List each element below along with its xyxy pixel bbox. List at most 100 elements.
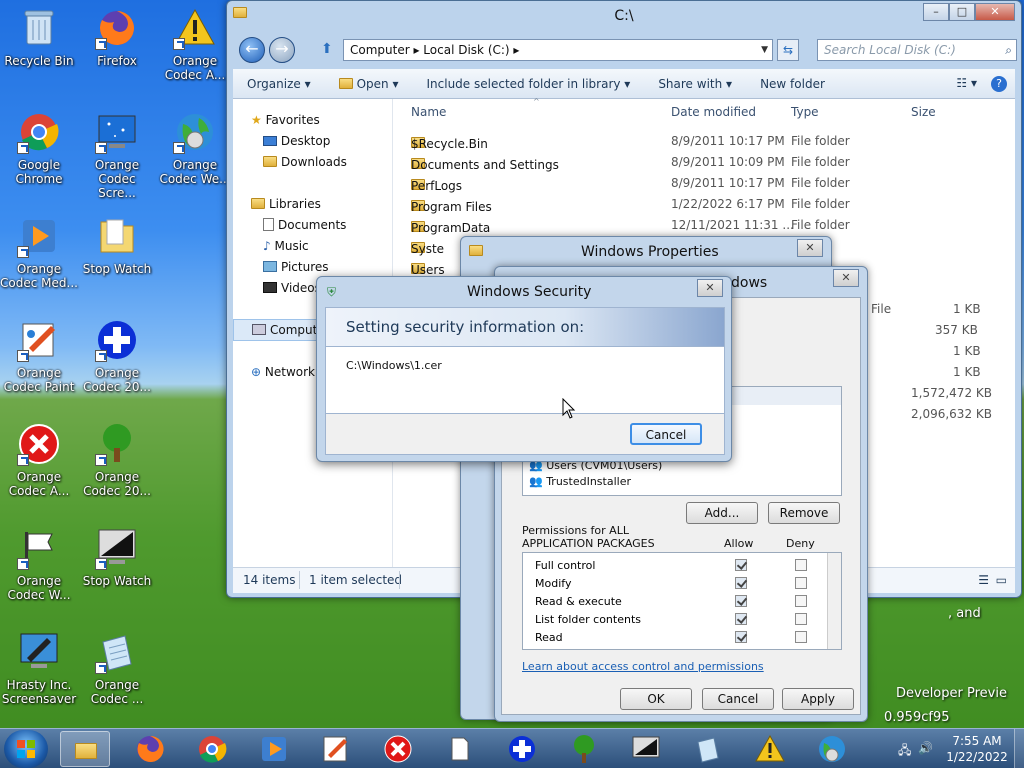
taskbar-chrome[interactable] — [196, 733, 228, 765]
desktop-icon-google-chrome[interactable]: Google Chrome — [0, 110, 78, 186]
large-icons-view-icon[interactable]: ▭ — [996, 573, 1007, 587]
nav-libraries[interactable]: Libraries — [251, 197, 321, 211]
taskbar-warning-app[interactable] — [754, 733, 786, 765]
add-button[interactable]: Add... — [686, 502, 758, 524]
clock-date[interactable]: 1/22/2022 — [944, 750, 1010, 764]
clock-time[interactable]: 7:55 AM — [944, 734, 1010, 748]
minimize-button[interactable]: – — [923, 3, 949, 21]
allow-modify-checkbox[interactable] — [735, 577, 747, 589]
computer-icon — [252, 324, 266, 335]
desktop-icon-orange-codec-20-a[interactable]: Orange Codec 20... — [78, 318, 156, 394]
column-type[interactable]: Type — [791, 105, 819, 119]
cancel-button[interactable]: Cancel — [702, 688, 774, 710]
deny-read-checkbox[interactable] — [795, 631, 807, 643]
remove-button[interactable]: Remove — [768, 502, 840, 524]
desktop-icon-stop-watch-2[interactable]: Stop Watch — [78, 526, 156, 588]
taskbar-firefox[interactable] — [134, 733, 166, 765]
volume-icon[interactable]: 🔊 — [918, 741, 933, 755]
nav-documents[interactable]: Documents — [263, 218, 346, 232]
details-view-icon[interactable]: ☰ — [978, 573, 989, 587]
taskbar-globe-app[interactable] — [816, 733, 848, 765]
list-item[interactable]: 👥 TrustedInstaller — [529, 475, 631, 488]
cancel-button[interactable]: Cancel — [630, 423, 702, 445]
desktop-icon-orange-codec-a[interactable]: Orange Codec A... — [156, 6, 234, 82]
nav-pictures[interactable]: Pictures — [263, 260, 329, 274]
nav-music[interactable]: ♪ Music — [263, 239, 309, 253]
table-row[interactable]: $Recycle.Bin 8/9/2011 10:17 PM File folder — [403, 131, 1015, 152]
desktop-icon-orange-codec-a-2[interactable]: Orange Codec A... — [0, 422, 78, 498]
taskbar-tree-app[interactable] — [568, 733, 600, 765]
nav-videos[interactable]: Videos — [263, 281, 321, 295]
explorer-titlebar[interactable]: C:\ – □ ✕ — [227, 1, 1021, 31]
column-size[interactable]: Size — [911, 105, 936, 119]
close-button[interactable]: ✕ — [697, 279, 723, 297]
desktop-icon-orange-codec-media[interactable]: Orange Codec Med... — [0, 214, 78, 290]
taskbar-stopwatch[interactable] — [444, 733, 476, 765]
nav-desktop[interactable]: Desktop — [263, 134, 330, 148]
nav-downloads[interactable]: Downloads — [263, 155, 347, 169]
show-desktop-button[interactable] — [1014, 729, 1024, 768]
desktop-icon-orange-codec-20-b[interactable]: Orange Codec 20... — [78, 422, 156, 498]
desktop-icon-stop-watch-1[interactable]: Stop Watch — [78, 214, 156, 276]
taskbar-explorer[interactable] — [60, 731, 110, 767]
ok-button[interactable]: OK — [620, 688, 692, 710]
downloads-folder-icon — [263, 156, 277, 167]
up-arrow-icon[interactable]: ⬆ — [321, 41, 333, 57]
allow-list-folder-checkbox[interactable] — [735, 613, 747, 625]
view-options-icon[interactable]: ☷ ▾ — [956, 76, 977, 92]
scrollbar[interactable] — [827, 553, 841, 649]
share-with-button[interactable]: Share with ▾ — [644, 77, 746, 91]
close-button[interactable]: ✕ — [833, 269, 859, 287]
address-bar[interactable]: Computer ▸ Local Disk (C:) ▸ ▼ — [343, 39, 773, 61]
forward-button[interactable]: → — [269, 37, 295, 63]
desktop-icon-orange-codec-screensaver[interactable]: Orange Codec Scre... — [78, 110, 156, 200]
column-date-modified[interactable]: Date modified — [671, 105, 756, 119]
table-row[interactable]: PerfLogs 8/9/2011 10:17 PM File folder — [403, 173, 1015, 194]
watermark-build: 0.959cf95 — [884, 710, 950, 725]
deny-read-execute-checkbox[interactable] — [795, 595, 807, 607]
network-tray-icon[interactable]: 🖧 — [898, 741, 911, 762]
table-row[interactable]: Documents and Settings 8/9/2011 10:09 PM F… — [403, 152, 1015, 173]
taskbar-media-player[interactable] — [258, 733, 290, 765]
allow-full-control-checkbox[interactable] — [735, 559, 747, 571]
allow-read-execute-checkbox[interactable] — [735, 595, 747, 607]
close-button[interactable]: ✕ — [975, 3, 1015, 21]
new-folder-button[interactable]: New folder — [746, 77, 839, 91]
taskbar-monitor-app[interactable] — [630, 733, 662, 765]
chevron-down-icon[interactable]: ▼ — [761, 40, 768, 60]
desktop-icon-hrasty-screensaver[interactable]: Hrasty Inc. Screensaver — [0, 630, 78, 706]
learn-more-link[interactable]: Learn about access control and permissio… — [522, 660, 764, 673]
taskbar-plus-app[interactable] — [506, 733, 538, 765]
deny-full-control-checkbox[interactable] — [795, 559, 807, 571]
open-button[interactable]: Open ▾ — [325, 77, 413, 91]
deny-modify-checkbox[interactable] — [795, 577, 807, 589]
windows-security-dialog[interactable]: ⛨ Windows Security ✕ Setting security in… — [316, 276, 732, 462]
refresh-button[interactable]: ⇆ — [777, 39, 799, 61]
desktop-icon-orange-codec-notepad[interactable]: Orange Codec ... — [78, 630, 156, 706]
back-button[interactable]: ← — [239, 37, 265, 63]
apply-button[interactable]: Apply — [782, 688, 854, 710]
table-row[interactable]: ProgramData 12/11/2021 11:31 ... File fold… — [403, 215, 1015, 236]
start-button[interactable] — [4, 730, 48, 768]
desktop-icon-orange-codec-web[interactable]: Orange Codec We... — [156, 110, 234, 186]
desktop-icon-orange-codec-paint[interactable]: Orange Codec Paint — [0, 318, 78, 394]
taskbar-error-app[interactable] — [382, 733, 414, 765]
nav-network[interactable]: ⊕ Network — [251, 365, 315, 379]
explorer-icon — [75, 743, 97, 759]
close-button[interactable]: ✕ — [797, 239, 823, 257]
include-in-library-button[interactable]: Include selected folder in library ▾ — [413, 77, 645, 91]
desktop-icon-orange-codec-w[interactable]: Orange Codec W... — [0, 526, 78, 602]
desktop-icon-recycle-bin[interactable]: Recycle Bin — [0, 6, 78, 68]
allow-read-checkbox[interactable] — [735, 631, 747, 643]
organize-button[interactable]: Organize ▾ — [233, 77, 325, 91]
desktop-icon-firefox[interactable]: Firefox — [78, 6, 156, 68]
column-name[interactable]: Name — [411, 105, 446, 119]
maximize-button[interactable]: □ — [949, 3, 975, 21]
taskbar-paint[interactable] — [320, 733, 352, 765]
search-input[interactable]: Search Local Disk (C:) ⌕ — [817, 39, 1017, 61]
deny-list-folder-checkbox[interactable] — [795, 613, 807, 625]
table-row[interactable]: Program Files 1/22/2022 6:17 PM File folde… — [403, 194, 1015, 215]
taskbar-notepad-app[interactable] — [692, 733, 724, 765]
help-icon[interactable]: ? — [991, 75, 1007, 92]
nav-favorites[interactable]: ★ Favorites — [251, 113, 320, 127]
